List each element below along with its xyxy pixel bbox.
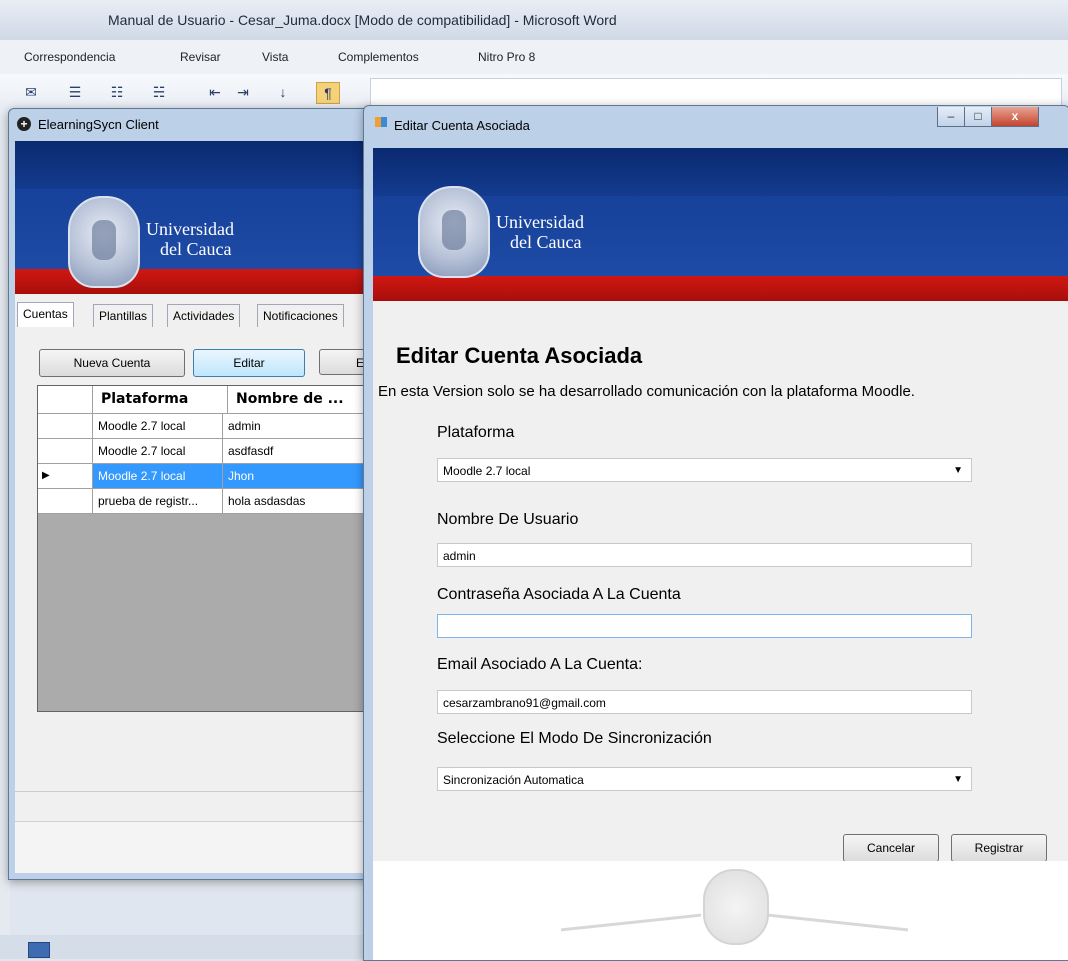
word-tab-vista[interactable]: Vista	[262, 50, 288, 64]
table-row[interactable]: prueba de registr... hola asdasdas	[38, 489, 365, 514]
word-window-title: Manual de Usuario - Cesar_Juma.docx [Mod…	[108, 12, 617, 28]
client-window-body: Universidad del Cauca Cuentas Plantillas…	[15, 141, 365, 873]
taskbar-app-icon[interactable]	[28, 942, 50, 958]
minimize-icon[interactable]: –	[937, 107, 965, 127]
sync-mode-label: Seleccione El Modo De Sincronización	[437, 730, 712, 747]
dialog-titlebar[interactable]: Editar Cuenta Asociada – □ x	[364, 106, 1068, 136]
edit-account-dialog: Editar Cuenta Asociada – □ x Universidad…	[363, 105, 1068, 961]
banner-top-stripe	[15, 141, 365, 189]
table-row-selected[interactable]: ▶ Moodle 2.7 local Jhon	[38, 464, 365, 489]
nombre-cell[interactable]: Jhon	[223, 464, 365, 488]
dialog-window-title: Editar Cuenta Asociada	[394, 118, 530, 133]
row-pointer-icon: ▶	[38, 464, 93, 488]
university-crest-logo	[418, 186, 490, 278]
numbering-icon[interactable]: ☷	[106, 82, 128, 102]
row-header-cell[interactable]	[38, 414, 93, 438]
sort-icon[interactable]: ↓	[272, 82, 294, 102]
delete-button[interactable]: E	[319, 349, 365, 375]
multilevel-list-icon[interactable]: ☵	[148, 82, 170, 102]
bullets-icon[interactable]: ☰	[64, 82, 86, 102]
dialog-heading: Editar Cuenta Asociada	[396, 343, 643, 368]
tab-notificaciones[interactable]: Notificaciones	[257, 304, 344, 327]
tab-cuentas[interactable]: Cuentas	[17, 302, 74, 327]
dialog-app-icon	[375, 117, 387, 127]
nombre-cell[interactable]: asdfasdf	[223, 439, 365, 463]
word-tab-nitro[interactable]: Nitro Pro 8	[478, 50, 535, 64]
banner-red-stripe	[373, 276, 1068, 301]
dialog-footer	[373, 861, 1068, 960]
plataforma-select-value: Moodle 2.7 local	[443, 464, 531, 478]
client-titlebar[interactable]: + ElearningSycn Client	[9, 109, 371, 139]
chevron-down-icon[interactable]: ▼	[953, 459, 963, 483]
word-tab-complementos[interactable]: Complementos	[338, 50, 419, 64]
email-input[interactable]: cesarzambrano91@gmail.com	[437, 690, 972, 714]
university-name: Universidad del Cauca	[146, 219, 234, 259]
table-row[interactable]: Moodle 2.7 local admin	[38, 414, 365, 439]
sync-mode-select[interactable]: Sincronización Automatica ▼	[437, 767, 972, 791]
cancel-button[interactable]: Cancelar	[843, 834, 939, 862]
tab-actividades[interactable]: Actividades	[167, 304, 241, 327]
banner-top-stripe	[373, 148, 1068, 196]
university-name-line2: del Cauca	[510, 232, 582, 252]
word-ribbon-tabs: Correspondencia Revisar Vista Complement…	[0, 40, 1068, 75]
client-footer	[15, 821, 365, 873]
word-status-bar	[0, 935, 370, 959]
row-header-cell[interactable]	[38, 439, 93, 463]
sync-mode-select-value: Sincronización Automatica	[443, 773, 584, 787]
envelope-icon[interactable]: ✉	[20, 82, 42, 102]
tab-plantillas[interactable]: Plantillas	[93, 304, 154, 327]
client-status-area	[15, 791, 365, 822]
word-titlebar: Manual de Usuario - Cesar_Juma.docx [Mod…	[0, 0, 1068, 40]
grid-header-row: Plataforma Nombre de ...	[38, 386, 365, 414]
maximize-icon[interactable]: □	[964, 107, 992, 127]
word-tab-revisar[interactable]: Revisar	[180, 50, 221, 64]
table-row[interactable]: Moodle 2.7 local asdfasdf	[38, 439, 365, 464]
nombre-cell[interactable]: admin	[223, 414, 365, 438]
row-header-cell[interactable]	[38, 489, 93, 513]
email-label: Email Asociado A La Cuenta:	[437, 656, 643, 673]
usuario-input[interactable]: admin	[437, 543, 972, 567]
new-account-button[interactable]: Nueva Cuenta	[39, 349, 185, 377]
pilcrow-icon[interactable]: ¶	[316, 82, 340, 104]
banner-red-stripe	[15, 269, 365, 294]
client-window-title: ElearningSycn Client	[38, 117, 159, 132]
nombre-cell[interactable]: hola asdasdas	[223, 489, 365, 513]
increase-indent-icon[interactable]: ⇥	[232, 82, 254, 102]
word-tab-correspondencia[interactable]: Correspondencia	[24, 50, 115, 64]
plataforma-cell[interactable]: Moodle 2.7 local	[93, 439, 223, 463]
accounts-grid[interactable]: Plataforma Nombre de ... Moodle 2.7 loca…	[37, 385, 365, 712]
decrease-indent-icon[interactable]: ⇤	[204, 82, 226, 102]
plataforma-cell[interactable]: Moodle 2.7 local	[93, 464, 223, 488]
password-label: Contraseña Asociada A La Cuenta	[437, 586, 681, 603]
plataforma-cell[interactable]: prueba de registr...	[93, 489, 223, 513]
grid-corner-cell	[38, 386, 93, 413]
university-crest-logo	[68, 196, 140, 288]
footer-ornament-left	[561, 913, 701, 948]
edit-account-form: Editar Cuenta Asociada En esta Version s…	[373, 301, 1068, 862]
university-name-line1: Universidad	[146, 219, 234, 239]
client-window: + ElearningSycn Client Universidad del C…	[8, 108, 372, 880]
edit-button[interactable]: Editar	[193, 349, 305, 377]
usuario-label: Nombre De Usuario	[437, 511, 579, 528]
close-icon[interactable]: x	[991, 107, 1039, 127]
plataforma-label: Plataforma	[437, 424, 515, 441]
university-name-line1: Universidad	[496, 212, 584, 232]
university-name: Universidad del Cauca	[496, 212, 584, 252]
password-input[interactable]	[437, 614, 972, 638]
register-button[interactable]: Registrar	[951, 834, 1047, 862]
column-header-nombre[interactable]: Nombre de ...	[228, 386, 365, 413]
university-crest-watermark	[703, 869, 769, 945]
dialog-subtitle: En esta Version solo se ha desarrollado …	[378, 383, 915, 400]
footer-ornament-right	[768, 913, 908, 948]
dialog-body: Universidad del Cauca Editar Cuenta Asoc…	[373, 148, 1068, 960]
plataforma-select[interactable]: Moodle 2.7 local ▼	[437, 458, 972, 482]
app-plus-icon: +	[17, 117, 31, 131]
plataforma-cell[interactable]: Moodle 2.7 local	[93, 414, 223, 438]
chevron-down-icon[interactable]: ▼	[953, 768, 963, 792]
university-name-line2: del Cauca	[160, 239, 232, 259]
column-header-plataforma[interactable]: Plataforma	[93, 386, 228, 413]
